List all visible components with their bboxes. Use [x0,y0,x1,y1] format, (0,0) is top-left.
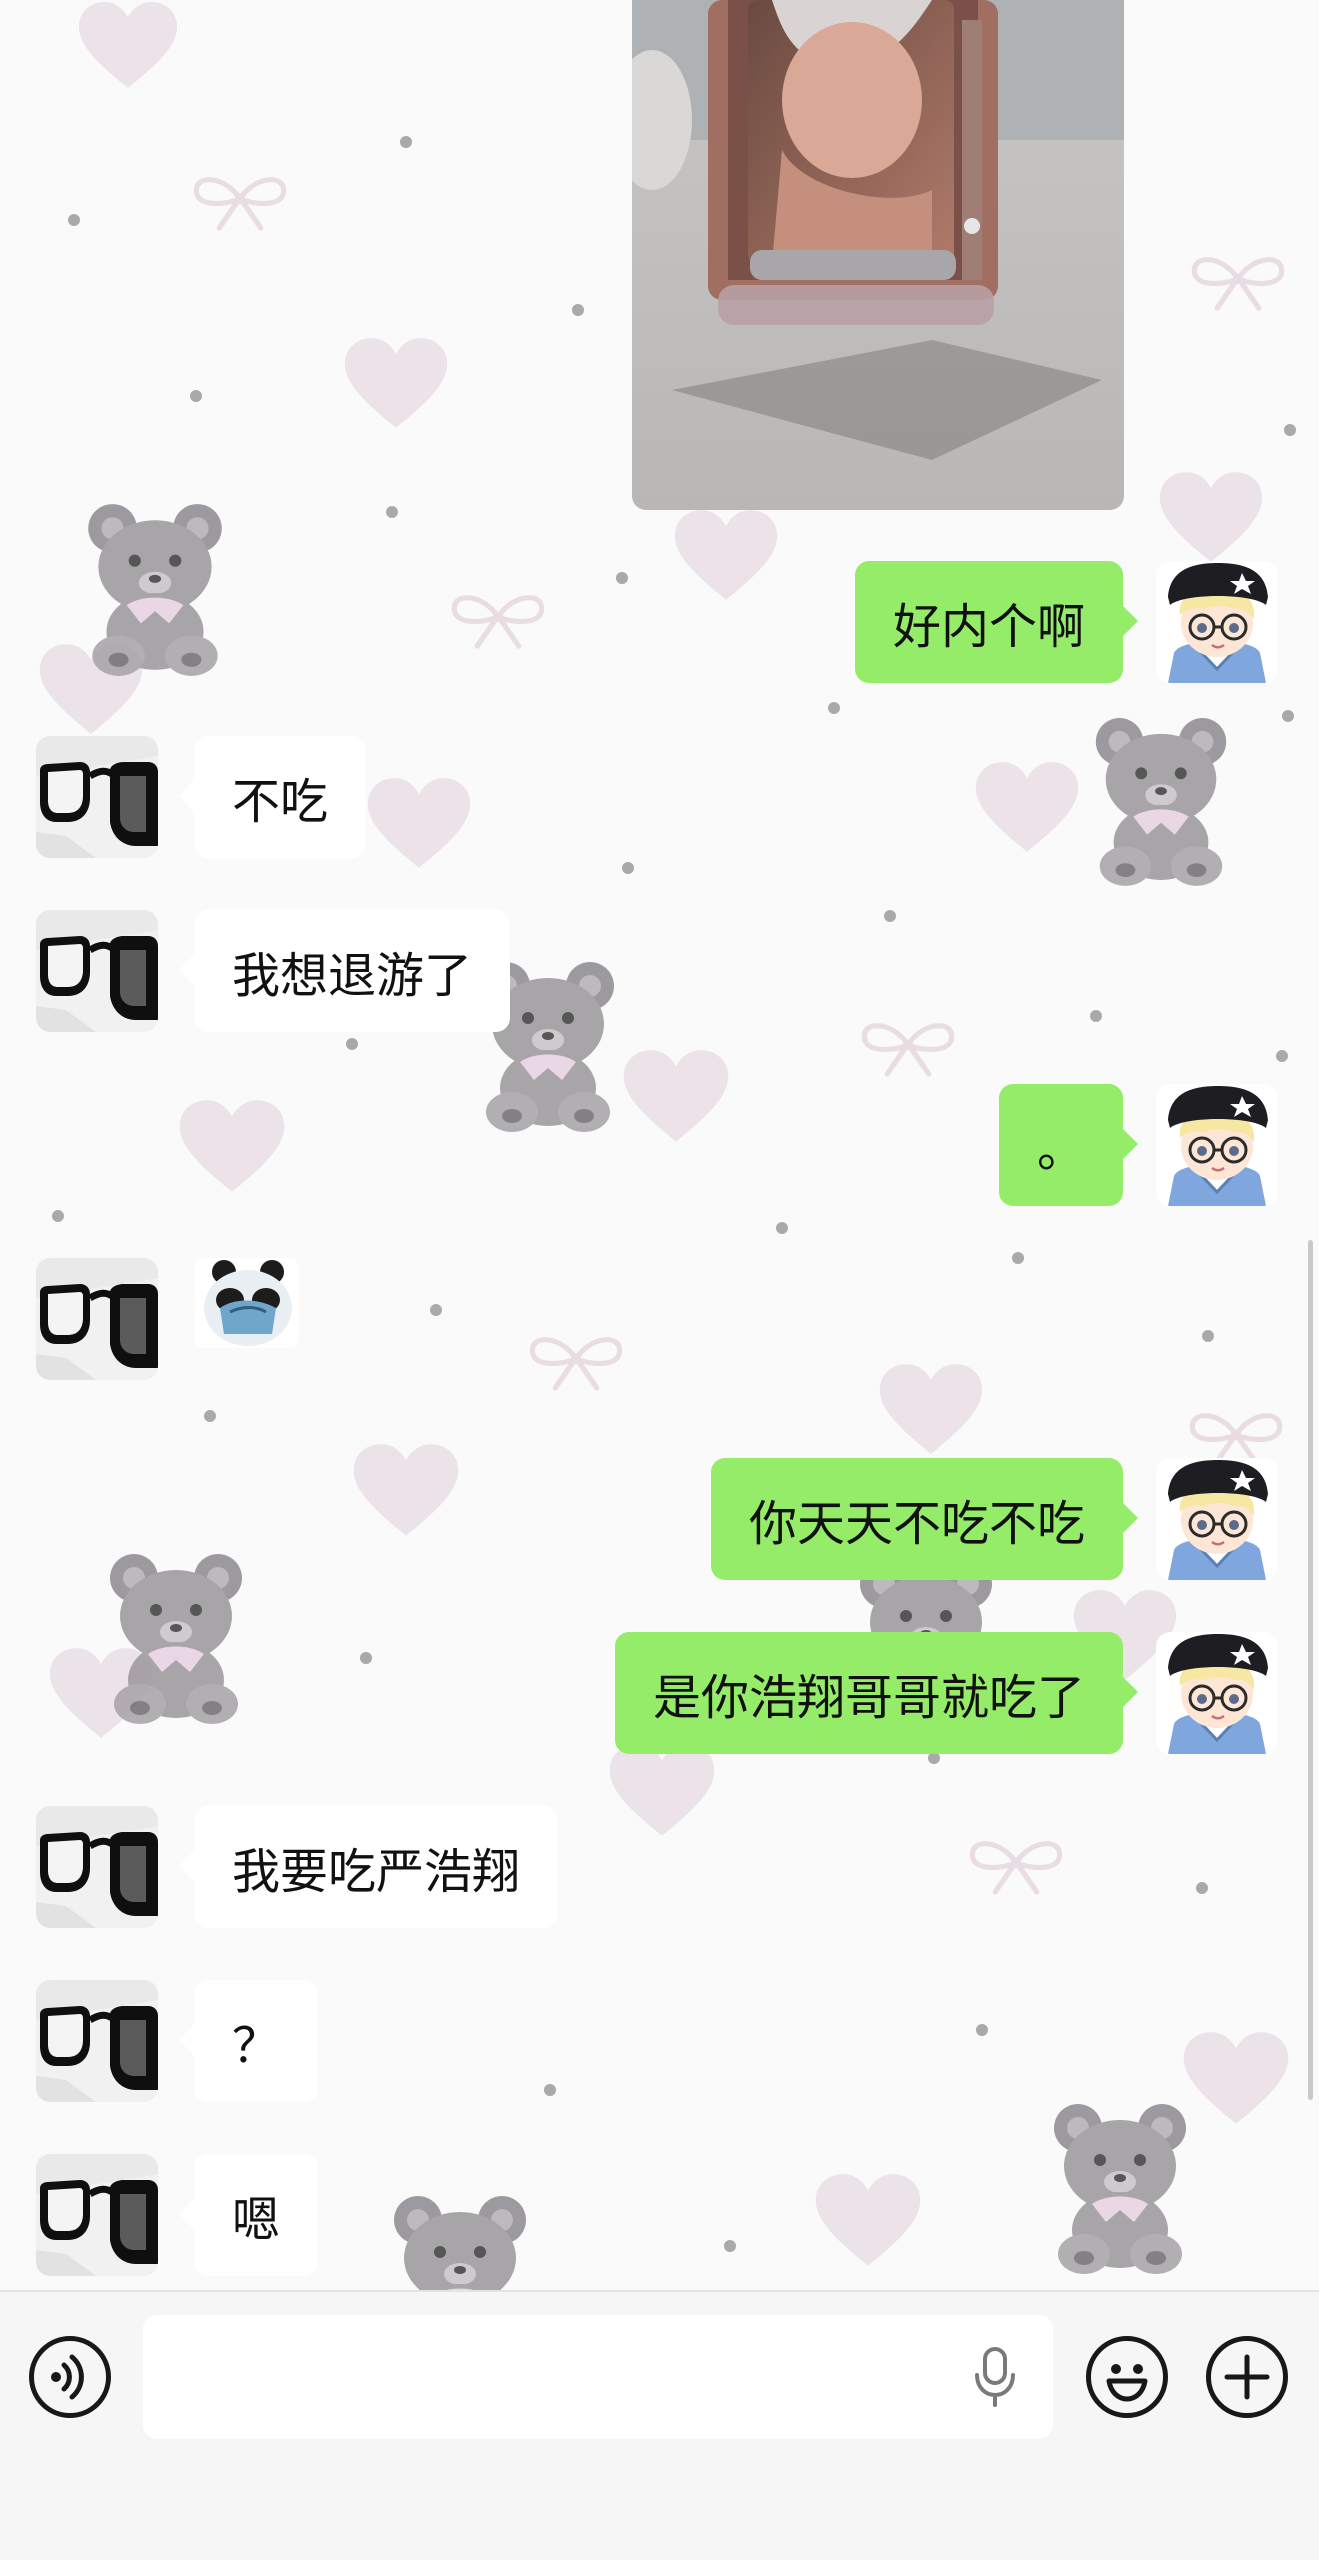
voice-mode-button[interactable] [29,2336,111,2418]
ribbon-bow-decoration [964,1832,1068,1898]
ribbon-bow-decoration [1186,248,1290,314]
dot-decoration [976,2024,988,2036]
avatar-contact[interactable] [36,1806,158,1928]
chat-area[interactable]: 好内个啊 不吃 我想退游了 。 你天天不吃不吃 是你浩翔哥哥就吃了 我要吃严浩翔… [0,0,1319,2290]
avatar-self[interactable] [1156,1458,1278,1580]
avatar-contact[interactable] [36,736,158,858]
message-bubble-sent[interactable]: 是你浩翔哥哥就吃了 [614,1632,1139,1754]
dot-decoration [52,1210,64,1222]
emoji-icon [1106,2364,1148,2402]
heart-decoration [176,1098,288,1196]
ribbon-bow-decoration [188,168,292,234]
heart-decoration [812,2172,924,2270]
heart-decoration [364,776,474,872]
dot-decoration [1090,1010,1102,1022]
heart-decoration [1180,2030,1292,2128]
dot-decoration [572,304,584,316]
heart-decoration [620,1048,732,1146]
panda-meme-sticker[interactable] [194,1258,298,1348]
acrylic-photo-stand-image [632,0,1124,510]
dot-decoration [622,862,634,874]
message-bubble-received[interactable]: 不吃 [178,736,367,858]
heart-decoration [606,1742,718,1840]
message-bubble-received[interactable]: 我要吃严浩翔 [178,1806,559,1928]
heart-decoration [350,1442,462,1540]
dot-decoration [1276,1050,1288,1062]
avatar-contact[interactable] [36,2154,158,2276]
emoji-button[interactable] [1086,2336,1168,2418]
ribbon-bow-decoration [524,1328,628,1394]
dot-decoration [1196,1882,1208,1894]
scrollbar[interactable] [1308,1240,1313,2100]
heart-decoration [1156,470,1266,566]
dot-decoration [724,2240,736,2252]
dot-decoration [190,390,202,402]
dot-decoration [1282,710,1294,722]
message-bubble-received[interactable]: 嗯 [178,2154,319,2276]
photo-message[interactable] [632,0,1124,510]
dot-decoration [346,1038,358,1050]
heart-decoration [36,642,146,738]
dot-decoration [386,506,398,518]
heart-decoration [972,760,1082,856]
heart-decoration [672,508,780,604]
teddy-bear-decoration [74,498,236,680]
message-bubble-received[interactable]: 我想退游了 [178,910,511,1032]
avatar-self[interactable] [1156,1632,1278,1754]
avatar-self[interactable] [1156,1084,1278,1206]
avatar-contact[interactable] [36,1258,158,1380]
dot-decoration [544,2084,556,2096]
message-bubble-received[interactable]: ？ [178,1980,319,2102]
dot-decoration [360,1652,372,1664]
dot-decoration [884,910,896,922]
avatar-contact[interactable] [36,910,158,1032]
heart-decoration [342,336,450,432]
plus-icon [1224,2354,1270,2400]
teddy-bear-decoration [1040,2098,1200,2278]
more-button[interactable] [1206,2336,1288,2418]
teddy-bear-decoration [1082,712,1240,890]
microphone-icon[interactable] [971,2347,1019,2409]
teddy-bear-decoration [96,1548,256,1728]
dot-decoration [776,1222,788,1234]
avatar-contact[interactable] [36,1980,158,2102]
message-bubble-sent[interactable]: 。 [998,1084,1139,1206]
heart-decoration [74,0,182,92]
dot-decoration [68,214,80,226]
voice-mode-icon [51,2354,84,2400]
ribbon-bow-decoration [446,586,550,652]
dot-decoration [430,1304,442,1316]
dot-decoration [828,702,840,714]
avatar-self[interactable] [1156,561,1278,683]
message-bubble-sent[interactable]: 你天天不吃不吃 [710,1458,1139,1580]
dot-decoration [1202,1330,1214,1342]
message-bubble-sent[interactable]: 好内个啊 [854,561,1139,683]
input-bar [0,2290,1319,2560]
message-input[interactable] [143,2315,1053,2439]
ribbon-bow-decoration [856,1014,960,1080]
dot-decoration [616,572,628,584]
teddy-bear-decoration [380,2190,540,2290]
heart-decoration [876,1362,986,1458]
dot-decoration [1012,1252,1024,1264]
dot-decoration [400,136,412,148]
dot-decoration [204,1410,216,1422]
dot-decoration [1284,424,1296,436]
heart-decoration [46,1646,156,1742]
